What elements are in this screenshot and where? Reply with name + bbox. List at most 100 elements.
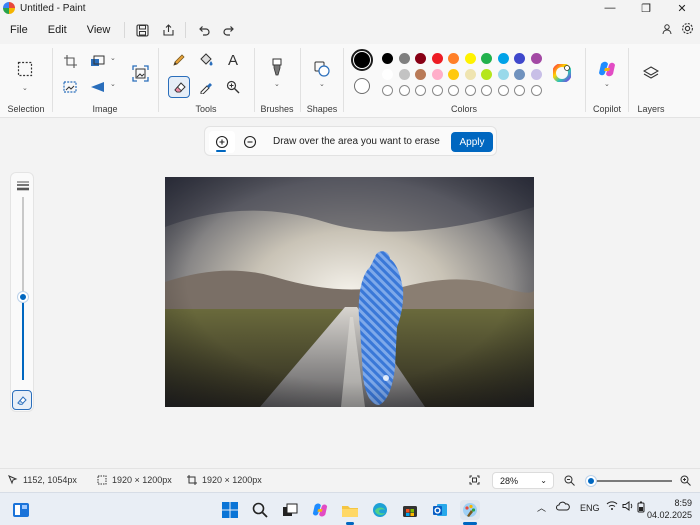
resize-dropdown-chevron-icon[interactable]: ⌄ (110, 54, 116, 62)
battery-icon[interactable] (636, 501, 646, 515)
palette-swatch[interactable] (431, 53, 443, 64)
erase-instruction-text: Draw over the area you want to erase (273, 136, 440, 147)
palette-swatch[interactable] (415, 53, 426, 64)
palette-swatch[interactable] (530, 53, 542, 64)
start-button-windows-icon[interactable] (220, 500, 240, 520)
fill-bucket-icon[interactable] (195, 49, 217, 71)
primary-color-swatch[interactable] (351, 49, 373, 71)
wifi-icon[interactable] (606, 501, 618, 513)
palette-swatch[interactable] (448, 53, 459, 64)
select-rectangle-icon[interactable] (14, 58, 36, 80)
paint-taskbar-icon[interactable] (460, 500, 480, 520)
eraser-mode-button[interactable] (12, 390, 32, 410)
copilot-dropdown-chevron-icon[interactable]: ⌄ (604, 80, 610, 88)
palette-swatch[interactable] (514, 69, 525, 80)
group-label-image: Image (92, 104, 118, 114)
show-hidden-icons-chevron-up-icon[interactable]: ︿ (537, 501, 546, 514)
palette-swatch[interactable] (415, 69, 426, 80)
edit-colors-icon[interactable] (551, 62, 573, 84)
palette-swatch[interactable] (481, 53, 492, 64)
close-button[interactable]: ✕ (664, 0, 700, 16)
file-explorer-icon[interactable] (340, 500, 360, 520)
selection-dropdown-chevron-icon[interactable]: ⌄ (22, 84, 28, 92)
remove-background-icon[interactable] (129, 62, 151, 84)
custom-color-slot[interactable] (448, 85, 459, 96)
task-view-icon[interactable] (280, 500, 300, 520)
palette-swatch[interactable] (398, 53, 410, 64)
search-icon[interactable] (250, 500, 270, 520)
settings-gear-icon[interactable] (681, 22, 694, 38)
redo-icon[interactable] (216, 19, 242, 41)
palette-swatch[interactable] (530, 69, 542, 80)
magnifier-icon[interactable] (222, 76, 244, 98)
custom-color-slot[interactable] (415, 85, 426, 96)
palette-swatch[interactable] (464, 53, 476, 64)
palette-swatch[interactable] (398, 69, 410, 80)
input-language-indicator[interactable]: ENG (580, 503, 600, 513)
custom-color-slot[interactable] (464, 85, 476, 96)
account-icon[interactable] (661, 23, 673, 38)
brushes-dropdown-chevron-icon[interactable]: ⌄ (274, 80, 280, 88)
palette-swatch[interactable] (514, 53, 525, 64)
crop-icon[interactable] (59, 50, 81, 72)
group-label-tools: Tools (195, 104, 217, 114)
eraser-icon[interactable] (168, 76, 190, 98)
shapes-dropdown-chevron-icon[interactable]: ⌄ (319, 80, 325, 88)
save-icon[interactable] (129, 19, 155, 41)
palette-swatch[interactable] (497, 69, 509, 80)
text-tool-icon[interactable]: A (222, 49, 244, 71)
palette-swatch[interactable] (497, 53, 509, 64)
rotate-icon[interactable] (87, 76, 109, 98)
edge-browser-icon[interactable] (370, 500, 390, 520)
remove-erase-area-button[interactable] (237, 131, 263, 153)
palette-swatch[interactable] (382, 53, 393, 64)
widgets-icon[interactable] (11, 500, 31, 520)
palette-swatch[interactable] (382, 69, 393, 80)
menu-view[interactable]: View (77, 24, 121, 36)
palette-swatch[interactable] (481, 69, 492, 80)
share-icon[interactable] (155, 19, 181, 41)
rotate-dropdown-chevron-icon[interactable]: ⌄ (110, 80, 116, 88)
pencil-icon[interactable] (168, 49, 190, 71)
custom-color-slot[interactable] (530, 85, 542, 96)
color-picker-icon[interactable] (195, 76, 217, 98)
microsoft-store-icon[interactable] (400, 500, 420, 520)
apply-button[interactable]: Apply (451, 132, 493, 152)
zoom-level-dropdown[interactable]: 28% ⌄ (492, 472, 554, 489)
brush-icon[interactable] (266, 56, 288, 78)
cursor-position-text: 1152, 1054px (23, 475, 77, 485)
system-clock[interactable]: 8:59 04.02.2025 (647, 497, 692, 521)
copilot-taskbar-icon[interactable] (310, 500, 330, 520)
custom-color-slot[interactable] (431, 85, 443, 96)
custom-color-slot[interactable] (514, 85, 525, 96)
outlook-icon[interactable] (430, 500, 450, 520)
resize-icon[interactable] (87, 50, 109, 72)
layers-icon[interactable] (640, 62, 662, 84)
volume-speaker-icon[interactable] (622, 501, 634, 513)
palette-swatch[interactable] (431, 69, 443, 80)
image-select-icon[interactable] (59, 76, 81, 98)
menu-file[interactable]: File (0, 24, 38, 36)
shapes-icon[interactable] (311, 58, 333, 80)
zoom-in-icon[interactable] (680, 475, 691, 486)
palette-swatch[interactable] (464, 69, 476, 80)
fit-to-window-icon[interactable] (469, 475, 480, 485)
canvas-image[interactable] (165, 177, 534, 407)
restore-button[interactable]: ❐ (628, 0, 664, 16)
zoom-out-icon[interactable] (564, 475, 575, 486)
custom-color-slot[interactable] (398, 85, 410, 96)
palette-swatch[interactable] (448, 69, 459, 80)
size-slider-thumb[interactable] (18, 292, 28, 302)
onedrive-cloud-icon[interactable] (556, 501, 570, 513)
undo-icon[interactable] (190, 19, 216, 41)
custom-color-slot[interactable] (382, 85, 393, 96)
menu-edit[interactable]: Edit (38, 24, 77, 36)
minimize-button[interactable]: — (592, 0, 628, 16)
ribbon-toolbar: ⌄ Selection ⌄ ⌄ Image A Tools ⌄ Brushes … (0, 44, 700, 118)
custom-color-slot[interactable] (497, 85, 509, 96)
zoom-slider-track[interactable] (590, 480, 672, 482)
secondary-color-swatch[interactable] (354, 78, 370, 94)
copilot-icon[interactable] (596, 58, 618, 80)
zoom-slider-thumb[interactable] (586, 476, 596, 486)
custom-color-slot[interactable] (481, 85, 492, 96)
